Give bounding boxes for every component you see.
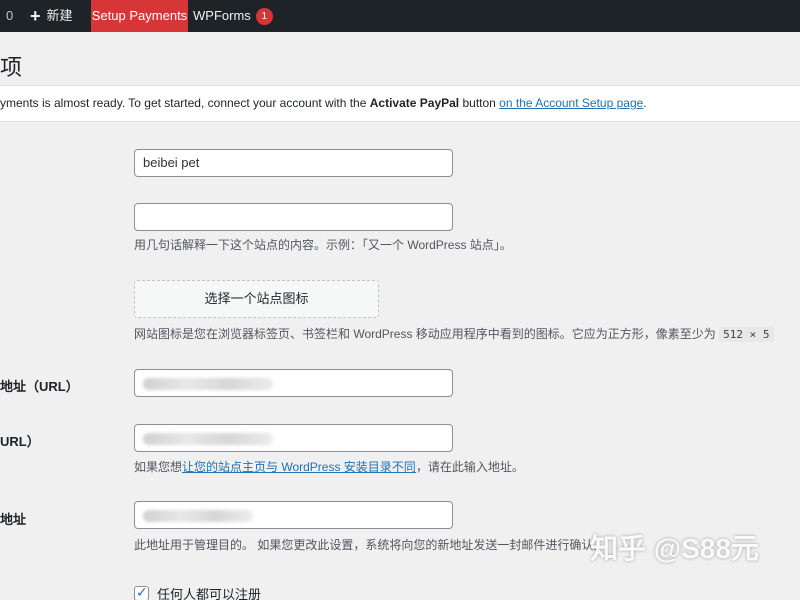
site-address-description: 如果您想让您的站点主页与 WordPress 安装目录不同，请在此输入地址。 xyxy=(134,458,524,475)
membership-row: ✓ 任何人都可以注册 xyxy=(134,584,261,600)
comment-count[interactable]: 0 xyxy=(6,0,13,32)
site-address-desc-after: ，请在此输入地址。 xyxy=(415,460,524,474)
notice-text: yments is almost ready. To get started, … xyxy=(0,96,370,110)
setup-payments-menu[interactable]: Setup Payments xyxy=(91,0,188,32)
notice-end: . xyxy=(643,96,647,110)
site-address-input[interactable] xyxy=(134,424,453,452)
paypal-notice: yments is almost ready. To get started, … xyxy=(0,85,800,122)
site-address-desc-before: 如果您想 xyxy=(134,460,183,474)
admin-bar: 0 + 新建 Setup Payments WPForms 1 xyxy=(0,0,800,32)
choose-site-icon-button[interactable]: 选择一个站点图标 xyxy=(134,280,379,318)
membership-label: 任何人都可以注册 xyxy=(157,587,262,600)
new-content-menu[interactable]: + 新建 xyxy=(30,0,73,32)
wpforms-menu[interactable]: WPForms 1 xyxy=(193,0,273,32)
site-address-label: URL） xyxy=(0,434,40,449)
new-content-label: 新建 xyxy=(46,8,73,23)
blurred-url xyxy=(143,432,273,445)
blurred-url xyxy=(143,377,273,390)
plus-icon: + xyxy=(30,6,41,26)
check-icon: ✓ xyxy=(136,584,148,600)
wp-address-label: 地址（URL） xyxy=(0,379,79,394)
wp-address-input[interactable] xyxy=(134,369,453,397)
notice-bold: Activate PayPal xyxy=(369,96,460,110)
notice-middle: button xyxy=(459,96,500,110)
admin-email-input[interactable] xyxy=(134,501,453,529)
blurred-email xyxy=(143,509,253,522)
icon-size-code: 512 × 5 xyxy=(719,327,774,342)
tagline-description: 用几句话解释一下这个站点的内容。示例：「又一个 WordPress 站点」。 xyxy=(134,238,512,252)
tagline-input[interactable] xyxy=(134,203,453,231)
zhihu-watermark: 知乎 @S88元 xyxy=(590,533,759,564)
different-address-link[interactable]: 让您的站点主页与 WordPress 安装目录不同 xyxy=(182,460,416,474)
admin-email-description: 此地址用于管理目的。 如果您更改此设置，系统将向您的新地址发送一封邮件进行确认。 xyxy=(134,538,606,552)
admin-email-label: 地址 xyxy=(0,512,27,527)
wpforms-label: WPForms xyxy=(193,8,251,23)
account-setup-link[interactable]: on the Account Setup page xyxy=(499,96,643,110)
page-title: 项 xyxy=(0,55,23,80)
site-icon-description: 网站图标是您在浏览器标签页、书签栏和 WordPress 移动应用程序中看到的图… xyxy=(134,325,774,342)
site-title-input[interactable]: beibei pet xyxy=(134,149,453,177)
site-icon-desc-text: 网站图标是您在浏览器标签页、书签栏和 WordPress 移动应用程序中看到的图… xyxy=(134,327,720,341)
notification-badge: 1 xyxy=(255,7,273,25)
membership-checkbox[interactable]: ✓ xyxy=(134,584,149,600)
